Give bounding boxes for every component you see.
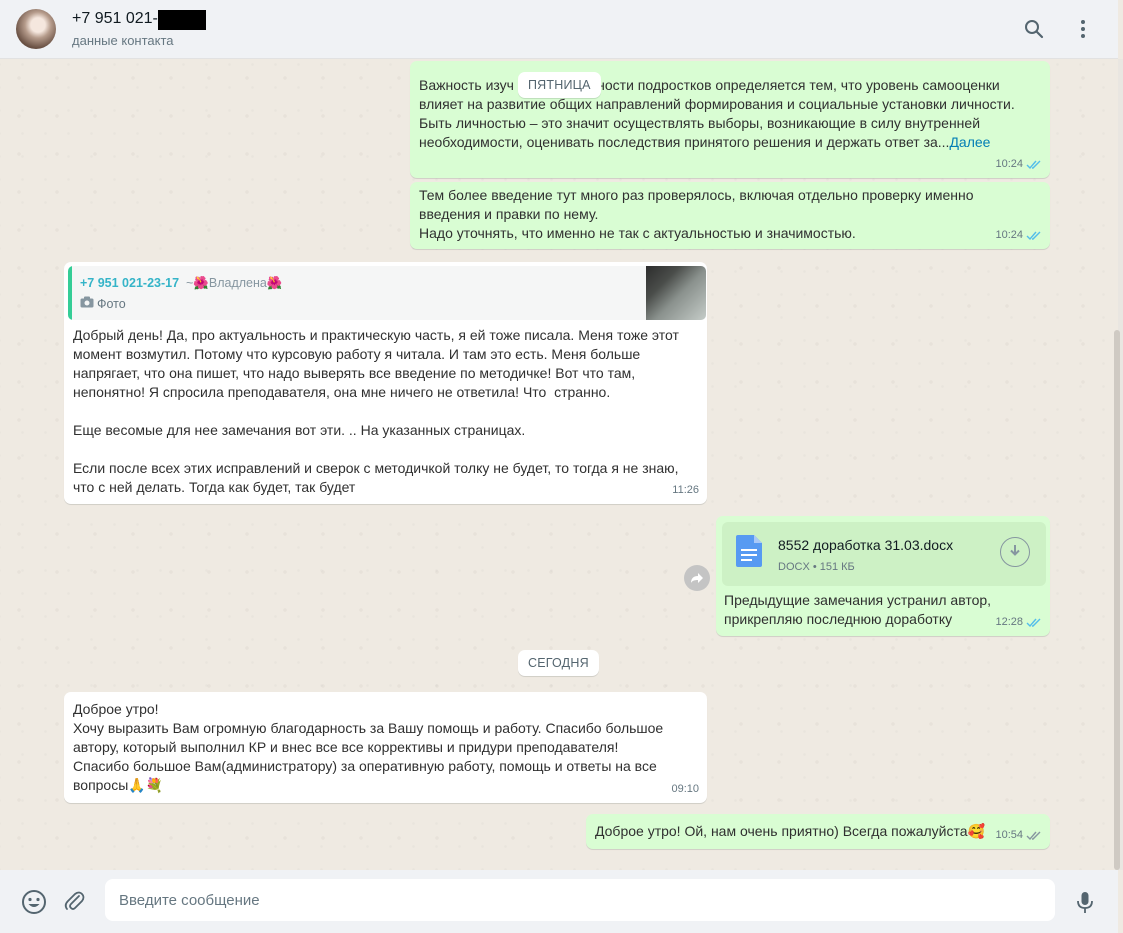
incoming-message[interactable]: Доброе утро! Хочу выразить Вам огромную … <box>64 692 707 803</box>
attach-icon[interactable] <box>62 889 88 915</box>
camera-icon <box>80 296 94 308</box>
message-meta: 10:24 <box>995 226 1042 245</box>
incoming-message[interactable]: +7 951 021-23-17 ~🌺Владлена🌺 Фото Добрый… <box>64 262 707 504</box>
quote-alias: ~🌺Владлена🌺 <box>186 276 283 290</box>
contact-name[interactable]: +7 951 021- <box>72 10 158 28</box>
message-time: 10:54 <box>995 829 1023 841</box>
contact-avatar[interactable] <box>16 9 56 49</box>
redacted-number-block <box>158 10 206 30</box>
message-time: 10:24 <box>995 158 1023 170</box>
message-text: Важность изуч личности подростков опреде… <box>419 77 1015 150</box>
read-more-link[interactable]: Далее <box>949 134 990 150</box>
microphone-icon[interactable] <box>1072 889 1098 915</box>
composer-bar <box>0 870 1118 933</box>
contact-subtitle[interactable]: данные контакта <box>72 33 174 48</box>
message-text: Доброе утро! Ой, нам очень приятно) Всег… <box>595 823 985 839</box>
double-check-icon <box>1026 160 1041 170</box>
double-check-icon <box>1026 618 1041 628</box>
date-divider-today: СЕГОДНЯ <box>518 650 599 676</box>
double-check-icon <box>1026 231 1041 241</box>
message-time: 09:10 <box>671 783 699 795</box>
document-icon <box>736 535 762 567</box>
quote-accent-bar <box>68 266 72 320</box>
emoji-icon[interactable] <box>21 889 47 915</box>
forward-button[interactable] <box>684 565 710 591</box>
message-meta: 10:54 <box>995 826 1042 845</box>
menu-icon[interactable] <box>1071 17 1095 41</box>
chat-header: +7 951 021- данные контакта <box>0 0 1118 59</box>
message-meta: 11:26 <box>672 481 699 500</box>
outgoing-document-message[interactable]: 8552 доработка 31.03.docx DOCX • 151 КБ … <box>716 516 1050 636</box>
message-text: Доброе утро! Хочу выразить Вам огромную … <box>73 701 664 793</box>
message-text: Предыдущие замечания устранил автор, при… <box>724 592 992 627</box>
quote-photo-thumbnail <box>646 266 706 320</box>
document-name: 8552 доработка 31.03.docx <box>778 537 954 553</box>
quote-author: +7 951 021-23-17 <box>80 276 180 290</box>
forward-icon <box>691 573 703 583</box>
document-info: DOCX • 151 КБ <box>778 561 855 573</box>
search-icon[interactable] <box>1022 17 1046 41</box>
message-input-box[interactable] <box>105 879 1055 921</box>
message-text: Тем более введение тут много раз проверя… <box>419 187 974 241</box>
message-time: 12:28 <box>995 616 1023 628</box>
outgoing-message[interactable]: Важность изуч личности подростков опреде… <box>410 61 1050 178</box>
message-meta: 12:28 <box>995 613 1042 632</box>
chat-scrollbar-thumb[interactable] <box>1114 330 1120 870</box>
chat-panel[interactable]: Важность изуч личности подростков опреде… <box>0 59 1118 870</box>
date-divider-friday: ПЯТНИЦА <box>518 72 601 98</box>
document-attachment[interactable]: 8552 доработка 31.03.docx DOCX • 151 КБ <box>722 522 1046 586</box>
outgoing-message[interactable]: Тем более введение тут много раз проверя… <box>410 182 1050 249</box>
download-button[interactable] <box>1000 537 1030 567</box>
outgoing-message[interactable]: Доброе утро! Ой, нам очень приятно) Всег… <box>586 814 1050 849</box>
message-meta: 09:10 <box>671 780 699 799</box>
message-time: 11:26 <box>672 484 699 496</box>
double-check-icon <box>1026 831 1041 841</box>
message-time: 10:24 <box>995 229 1023 241</box>
message-input[interactable] <box>105 879 1039 921</box>
message-meta: 10:24 <box>995 155 1042 174</box>
download-icon <box>1010 545 1020 556</box>
quote-type-label: Фото <box>97 297 126 311</box>
message-text: Добрый день! Да, про актуальность и прак… <box>73 327 679 495</box>
quoted-message[interactable]: +7 951 021-23-17 ~🌺Владлена🌺 Фото <box>68 266 706 320</box>
